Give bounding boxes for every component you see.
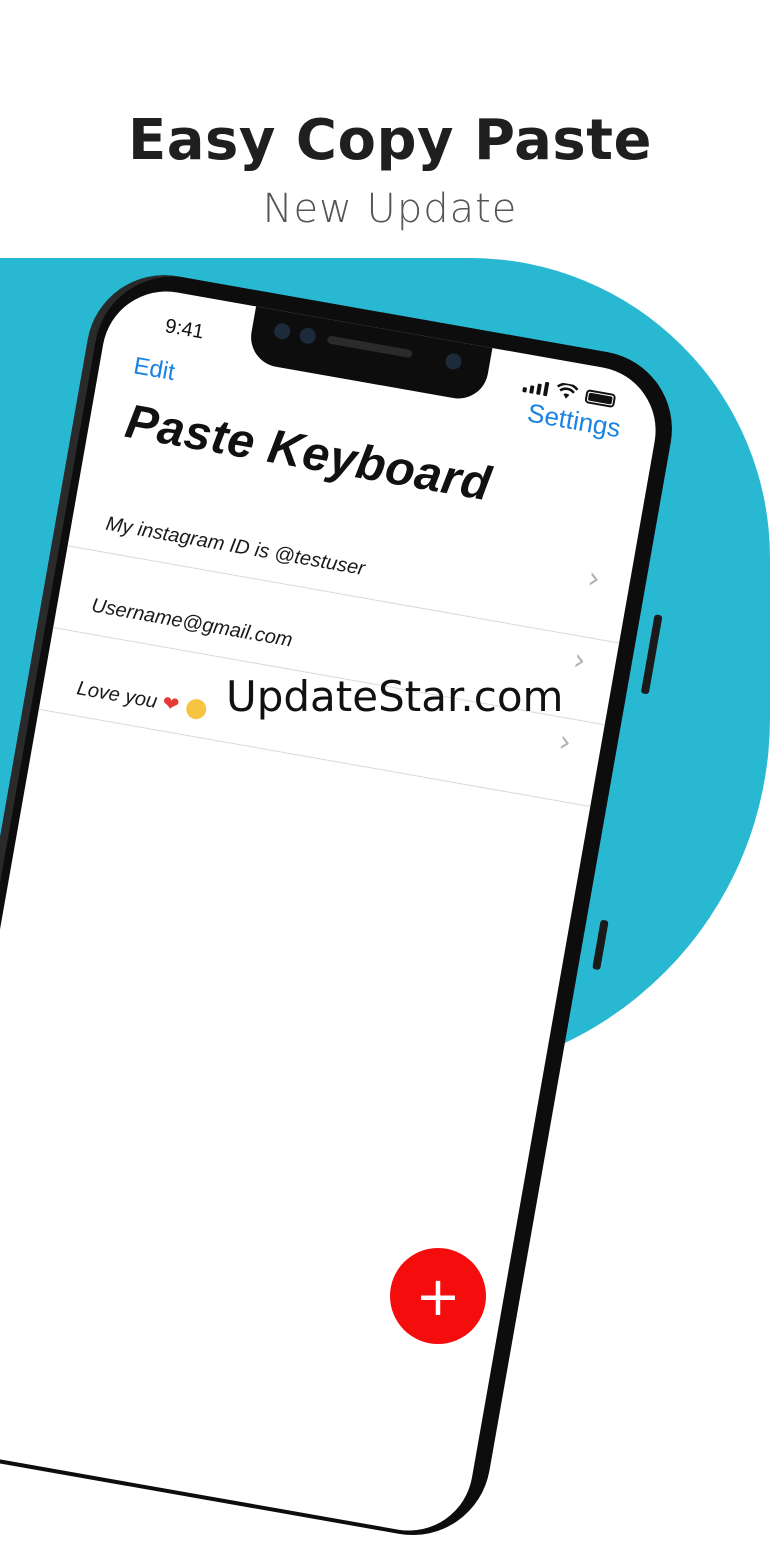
signal-icon <box>522 378 550 397</box>
kiss-emoji-icon <box>184 697 208 721</box>
hero-title: Easy Copy Paste <box>128 108 652 173</box>
list-item-text: Love you <box>75 676 159 713</box>
heart-emoji-icon: ❤ <box>160 691 181 717</box>
watermark: UpdateStar.com <box>226 672 564 721</box>
speaker-grille <box>326 335 413 359</box>
hero-subtitle: New Update <box>262 186 518 232</box>
clipboard-list: My instagram ID is @testuser › Username@… <box>38 464 634 808</box>
chevron-right-icon: › <box>556 723 575 761</box>
phone-mockup: 9:41 Edit Settings Paste Keyboard My ins… <box>0 262 685 1548</box>
camera-icon <box>298 326 318 346</box>
wifi-icon <box>557 382 579 399</box>
chevron-right-icon: › <box>570 642 589 679</box>
add-item-button[interactable]: + <box>390 1248 486 1344</box>
app-screen: 9:41 Edit Settings Paste Keyboard My ins… <box>0 281 666 1541</box>
edit-button[interactable]: Edit <box>131 352 177 387</box>
status-time: 9:41 <box>163 315 206 344</box>
chevron-right-icon: › <box>584 560 603 597</box>
camera-icon <box>272 322 292 341</box>
camera-icon <box>444 352 463 371</box>
battery-icon <box>584 389 617 409</box>
list-item-text-wrap: Love you ❤ <box>42 643 213 722</box>
